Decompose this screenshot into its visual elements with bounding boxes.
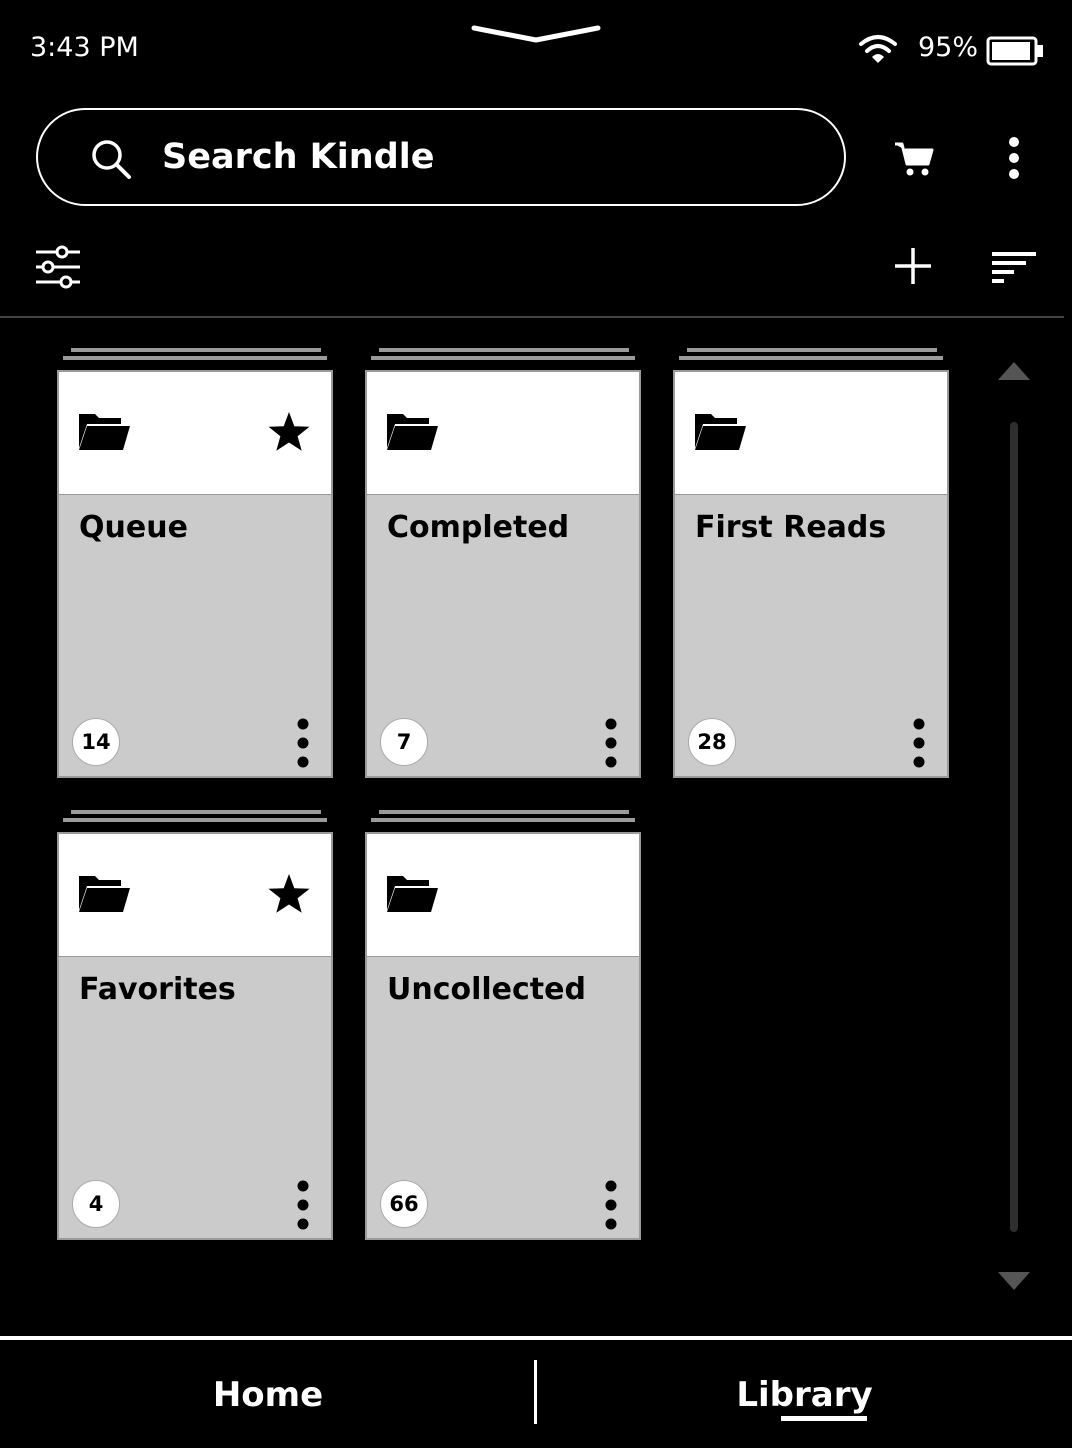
more-vertical-icon[interactable] [1000,136,1028,180]
stack-edge [63,818,327,822]
stack-edge [71,810,321,814]
wifi-icon [859,35,897,63]
search-icon [92,140,131,179]
collection-card-header [59,834,331,957]
collection-card-body[interactable]: Queue 14 [57,370,333,778]
filter-icon[interactable] [34,244,82,290]
collection-card-body[interactable]: First Reads 28 [673,370,949,778]
collection-card-header [675,372,947,495]
collection-title: Uncollected [387,972,586,1007]
item-count-badge: 66 [380,1180,428,1228]
collection-card[interactable]: Uncollected 66 [365,810,641,1290]
collection-card-body[interactable]: Completed 7 [365,370,641,778]
more-vertical-icon[interactable] [599,718,623,768]
active-tab-indicator [781,1416,867,1421]
stack-edge [71,348,321,352]
search-placeholder[interactable]: Search Kindle [162,137,435,177]
battery-icon [986,36,1043,66]
item-count-badge: 14 [72,718,120,766]
bottom-nav-border [0,1336,1072,1340]
battery-percent: 95% [918,32,979,63]
nav-home-tab[interactable]: Home [0,1342,536,1448]
stack-edge [371,818,635,822]
collection-title: First Reads [695,510,887,545]
folder-icon [385,870,439,914]
cart-icon[interactable] [894,140,936,178]
star-icon [267,410,311,454]
more-vertical-icon[interactable] [291,1180,315,1230]
collection-card-body[interactable]: Uncollected 66 [365,832,641,1240]
scroll-down-arrow-icon[interactable] [996,1270,1032,1292]
stack-edge [371,356,635,360]
folder-icon [693,408,747,452]
collection-card-header [59,372,331,495]
collection-title: Queue [79,510,188,545]
collection-title: Completed [387,510,570,545]
stack-edge [379,348,629,352]
status-time: 3:43 PM [30,32,139,63]
scrollbar-track[interactable] [1010,422,1018,1232]
collection-card[interactable]: Queue 14 [57,348,333,828]
pull-down-handle-icon[interactable] [470,22,602,46]
stack-edge [679,356,943,360]
collection-card[interactable]: Completed 7 [365,348,641,828]
header-divider [0,316,1064,318]
stack-edge [63,356,327,360]
star-icon [267,872,311,916]
item-count-badge: 28 [688,718,736,766]
folder-icon [77,408,131,452]
collection-card-header [367,372,639,495]
more-vertical-icon[interactable] [599,1180,623,1230]
collection-card[interactable]: First Reads 28 [673,348,949,828]
more-vertical-icon[interactable] [907,718,931,768]
stack-edge [379,810,629,814]
folder-icon [77,870,131,914]
more-vertical-icon[interactable] [291,718,315,768]
item-count-badge: 7 [380,718,428,766]
sort-icon[interactable] [990,250,1038,284]
stack-edge [687,348,937,352]
search-bar[interactable] [36,108,846,206]
folder-icon [385,408,439,452]
collection-card-body[interactable]: Favorites 4 [57,832,333,1240]
scroll-up-arrow-icon[interactable] [996,360,1032,382]
plus-icon[interactable] [893,246,933,286]
collection-card-header [367,834,639,957]
collection-title: Favorites [79,972,236,1007]
item-count-badge: 4 [72,1180,120,1228]
collection-card[interactable]: Favorites 4 [57,810,333,1290]
nav-library-tab[interactable]: Library [537,1342,1072,1448]
